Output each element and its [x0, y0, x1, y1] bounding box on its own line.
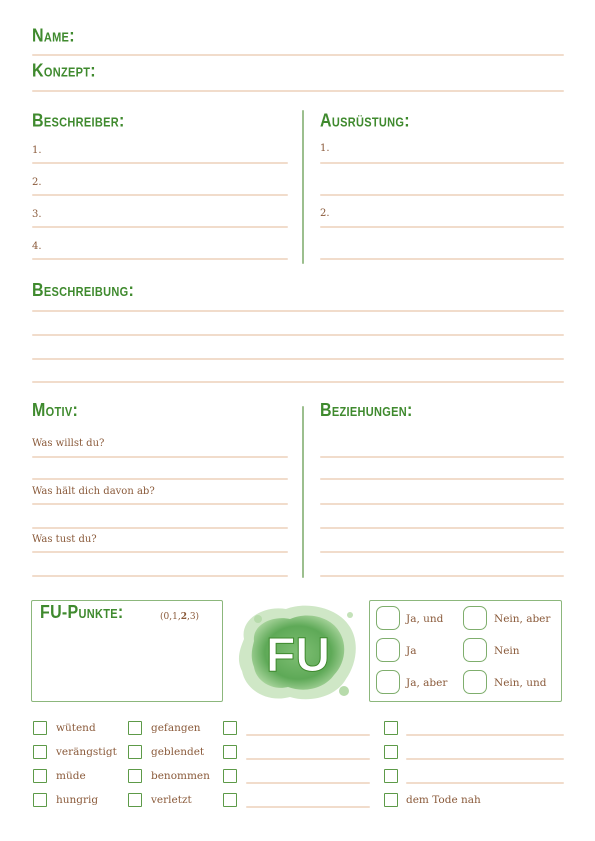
beziehungen-line-6[interactable] — [320, 575, 564, 577]
logo-text: FU — [266, 629, 330, 682]
condition-label-gefangen: gefangen — [151, 722, 201, 734]
motiv-prompt-want: Was willst du? — [32, 438, 105, 449]
oracle-checkbox-nein[interactable] — [463, 638, 487, 662]
ausruestung-line-1[interactable] — [320, 162, 564, 164]
beschreibung-line-3[interactable] — [32, 358, 564, 360]
oracle-checkbox-ja[interactable] — [376, 638, 400, 662]
condition-custom-line-3[interactable] — [246, 782, 370, 784]
condition-label-veraengstigt: verängstigt — [56, 746, 117, 758]
motiv-title: Motiv: — [32, 401, 79, 421]
condition-checkbox-custom-7[interactable] — [384, 769, 398, 783]
motiv-line-6[interactable] — [32, 575, 288, 577]
ausruestung-line-4[interactable] — [320, 258, 564, 260]
column-divider-bottom — [302, 406, 304, 578]
motiv-line-5[interactable] — [32, 551, 288, 553]
condition-checkbox-geblendet[interactable] — [128, 745, 142, 759]
condition-checkbox-muede[interactable] — [33, 769, 47, 783]
condition-checkbox-custom-4[interactable] — [223, 793, 237, 807]
beschreiber-number-1: 1. — [32, 145, 42, 156]
condition-custom-line-4[interactable] — [246, 806, 370, 808]
fu-punkte-scale: (0,1,2,3) — [160, 612, 200, 622]
beziehungen-line-5[interactable] — [320, 551, 564, 553]
ausruestung-line-2[interactable] — [320, 194, 564, 196]
ausruestung-title: Ausrüstung: — [320, 111, 410, 131]
motiv-line-2[interactable] — [32, 478, 288, 480]
logo-drop-2 — [339, 686, 349, 696]
oracle-label-nein-aber: Nein, aber — [494, 613, 551, 625]
condition-custom-line-5[interactable] — [406, 734, 564, 736]
beschreiber-line-4[interactable] — [32, 258, 288, 260]
beschreibung-line-1[interactable] — [32, 310, 564, 312]
beziehungen-title: Beziehungen: — [320, 401, 413, 421]
beschreiber-line-2[interactable] — [32, 194, 288, 196]
beschreibung-line-4[interactable] — [32, 381, 564, 383]
condition-label-dem-tode-nah: dem Tode nah — [406, 794, 481, 806]
fu-punkte-title: FU-Punkte: — [40, 603, 124, 623]
beschreiber-number-3: 3. — [32, 209, 42, 220]
motiv-prompt-obstacle: Was hält dich davon ab? — [32, 486, 155, 497]
condition-checkbox-custom-5[interactable] — [384, 721, 398, 735]
condition-checkbox-verletzt[interactable] — [128, 793, 142, 807]
oracle-label-nein: Nein — [494, 645, 520, 657]
condition-checkbox-hungrig[interactable] — [33, 793, 47, 807]
condition-label-hungrig: hungrig — [56, 794, 99, 806]
condition-custom-line-7[interactable] — [406, 782, 564, 784]
condition-label-wuetend: wütend — [56, 722, 96, 734]
condition-checkbox-wuetend[interactable] — [33, 721, 47, 735]
oracle-checkbox-ja-und[interactable] — [376, 606, 400, 630]
condition-checkbox-custom-3[interactable] — [223, 769, 237, 783]
condition-label-geblendet: geblendet — [151, 746, 205, 758]
fu-logo: FU — [238, 605, 356, 700]
condition-custom-line-1[interactable] — [246, 734, 370, 736]
beschreiber-line-1[interactable] — [32, 162, 288, 164]
column-divider-top — [302, 110, 304, 264]
beschreibung-line-2[interactable] — [32, 334, 564, 336]
condition-checkbox-gefangen[interactable] — [128, 721, 142, 735]
beschreiber-line-3[interactable] — [32, 226, 288, 228]
ausruestung-number-1: 1. — [320, 143, 330, 154]
name-label: Name: — [32, 26, 75, 46]
logo-drop-3 — [347, 612, 353, 618]
oracle-label-ja-aber: Ja, aber — [406, 677, 448, 689]
beschreiber-number-4: 4. — [32, 241, 42, 252]
condition-checkbox-benommen[interactable] — [128, 769, 142, 783]
ausruestung-line-3[interactable] — [320, 226, 564, 228]
oracle-checkbox-nein-aber[interactable] — [463, 606, 487, 630]
beschreibung-title: Beschreibung: — [32, 281, 135, 301]
beziehungen-line-2[interactable] — [320, 478, 564, 480]
oracle-checkbox-nein-und[interactable] — [463, 670, 487, 694]
condition-custom-line-6[interactable] — [406, 758, 564, 760]
beziehungen-line-1[interactable] — [320, 456, 564, 458]
beschreiber-title: Beschreiber: — [32, 111, 125, 131]
oracle-label-nein-und: Nein, und — [494, 677, 547, 689]
condition-checkbox-custom-2[interactable] — [223, 745, 237, 759]
oracle-label-ja-und: Ja, und — [406, 613, 444, 625]
condition-label-muede: müde — [56, 770, 86, 782]
logo-drop-1 — [254, 615, 262, 623]
ausruestung-number-2: 2. — [320, 208, 330, 219]
name-line[interactable] — [32, 54, 564, 56]
beziehungen-line-3[interactable] — [320, 503, 564, 505]
motiv-line-4[interactable] — [32, 527, 288, 529]
konzept-label: Konzept: — [32, 61, 96, 81]
condition-checkbox-custom-6[interactable] — [384, 745, 398, 759]
condition-checkbox-veraengstigt[interactable] — [33, 745, 47, 759]
condition-label-verletzt: verletzt — [151, 794, 192, 806]
oracle-label-ja: Ja — [406, 645, 417, 657]
beschreiber-number-2: 2. — [32, 177, 42, 188]
oracle-checkbox-ja-aber[interactable] — [376, 670, 400, 694]
motiv-line-3[interactable] — [32, 503, 288, 505]
motiv-line-1[interactable] — [32, 456, 288, 458]
beziehungen-line-4[interactable] — [320, 527, 564, 529]
motiv-prompt-action: Was tust du? — [32, 534, 97, 545]
condition-custom-line-2[interactable] — [246, 758, 370, 760]
konzept-line[interactable] — [32, 90, 564, 92]
condition-checkbox-dem-tode-nah[interactable] — [384, 793, 398, 807]
condition-checkbox-custom-1[interactable] — [223, 721, 237, 735]
condition-label-benommen: benommen — [151, 770, 210, 782]
